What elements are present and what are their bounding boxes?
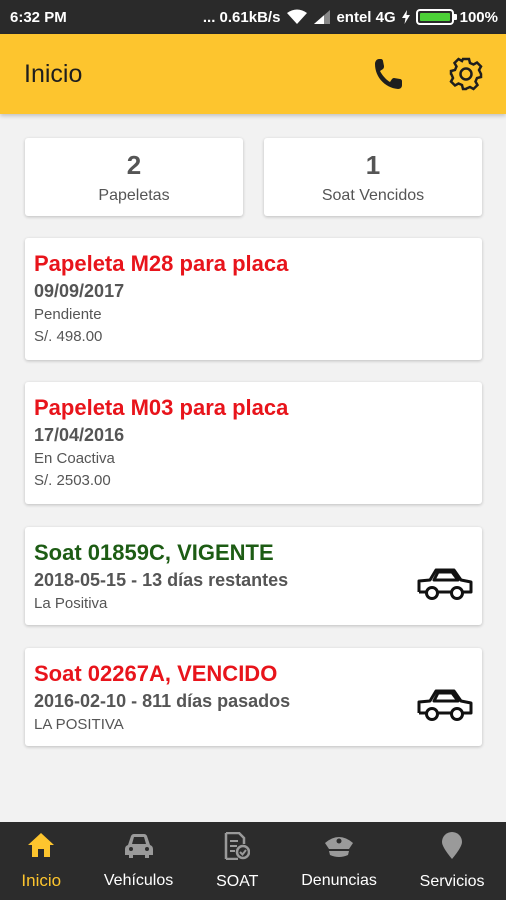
nav-label: Vehículos bbox=[103, 871, 174, 889]
app-bar: Inicio bbox=[0, 34, 506, 114]
status-indicators: ... 0.61kB/s entel 4G 100% bbox=[203, 9, 498, 26]
battery-level bbox=[419, 13, 450, 21]
battery-percent: 100% bbox=[459, 8, 498, 26]
status-time: 6:32 PM bbox=[10, 8, 67, 26]
card-amount: S/. 2503.00 bbox=[34, 472, 111, 489]
card-status: Pendiente bbox=[34, 306, 102, 323]
nav-soat[interactable]: SOAT bbox=[216, 831, 259, 891]
card-title: Soat 02267A, VENCIDO bbox=[34, 661, 278, 686]
page-title: Inicio bbox=[24, 59, 83, 88]
nav-vehiculos[interactable]: Vehículos bbox=[104, 833, 173, 890]
wifi-icon bbox=[286, 9, 308, 25]
nav-denuncias[interactable]: Denuncias bbox=[301, 833, 377, 890]
card-insurer: La Positiva bbox=[34, 595, 108, 612]
soat-vencidos-label: Soat Vencidos bbox=[321, 186, 425, 204]
document-check-icon bbox=[224, 831, 251, 865]
nav-servicios[interactable]: Servicios bbox=[419, 831, 485, 891]
signal-icon bbox=[314, 10, 331, 24]
app-bar-actions bbox=[370, 56, 484, 92]
card-insurer: LA POSITIVA bbox=[34, 716, 124, 733]
summary-section: 2 Papeletas 1 Soat Vencidos bbox=[25, 138, 482, 216]
papeleta-card[interactable]: Papeleta M28 para placa 09/09/2017 Pendi… bbox=[25, 238, 482, 360]
soat-vencidos-count: 1 bbox=[365, 149, 381, 180]
car-icon bbox=[416, 565, 474, 608]
battery-icon bbox=[415, 9, 457, 25]
card-status: En Coactiva bbox=[34, 450, 115, 467]
nav-label: SOAT bbox=[216, 872, 259, 890]
card-title: Soat 01859C, VIGENTE bbox=[34, 540, 274, 565]
nav-inicio[interactable]: Inicio bbox=[21, 832, 61, 891]
card-date: 09/09/2017 bbox=[34, 281, 125, 301]
card-title: Papeleta M28 para placa bbox=[34, 251, 289, 276]
home-icon bbox=[27, 832, 55, 863]
soat-card[interactable]: Soat 01859C, VIGENTE 2018-05-15 - 13 día… bbox=[25, 527, 482, 625]
card-date: 2016-02-10 - 811 días pasados bbox=[34, 691, 291, 711]
charging-icon bbox=[401, 10, 410, 24]
papeletas-count: 2 bbox=[126, 149, 142, 180]
settings-icon[interactable] bbox=[448, 56, 484, 92]
car-icon bbox=[416, 686, 474, 729]
nav-label: Servicios bbox=[419, 872, 485, 890]
card-title: Papeleta M03 para placa bbox=[34, 395, 289, 420]
bottom-navigation: Inicio Vehículos SOAT Denuncias Servicio… bbox=[0, 822, 506, 900]
papeletas-label: Papeletas bbox=[98, 186, 170, 204]
police-cap-icon bbox=[324, 833, 354, 864]
carrier-label: entel 4G bbox=[336, 8, 396, 26]
phone-icon[interactable] bbox=[370, 56, 406, 92]
nav-label: Inicio bbox=[21, 870, 62, 890]
car-icon bbox=[124, 833, 154, 864]
location-pin-icon bbox=[441, 831, 463, 865]
card-date: 17/04/2016 bbox=[34, 425, 125, 445]
status-bar: 6:32 PM ... 0.61kB/s entel 4G 100% bbox=[0, 0, 506, 34]
soat-card[interactable]: Soat 02267A, VENCIDO 2016-02-10 - 811 dí… bbox=[25, 648, 482, 746]
card-date: 2018-05-15 - 13 días restantes bbox=[34, 570, 289, 590]
nav-label: Denuncias bbox=[301, 871, 377, 889]
papeletas-summary-card[interactable]: 2 Papeletas bbox=[25, 138, 243, 216]
soat-vencidos-summary-card[interactable]: 1 Soat Vencidos bbox=[264, 138, 482, 216]
papeleta-card[interactable]: Papeleta M03 para placa 17/04/2016 En Co… bbox=[25, 382, 482, 504]
network-speed: ... 0.61kB/s bbox=[202, 8, 281, 26]
card-amount: S/. 498.00 bbox=[34, 328, 103, 345]
